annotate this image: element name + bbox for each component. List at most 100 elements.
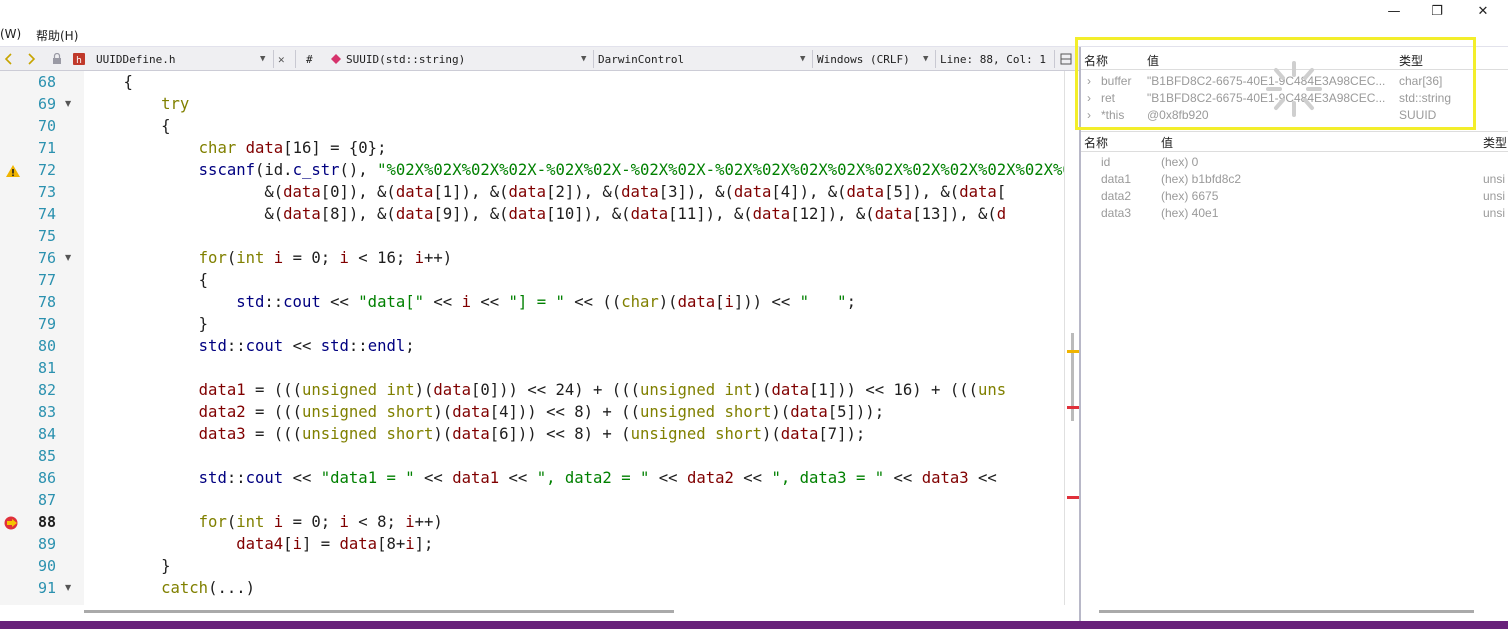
project-dropdown-arrow[interactable]: ▼ [800, 47, 805, 71]
code-line-90: } [86, 557, 171, 575]
locals-top-header-name[interactable]: 名称 [1084, 51, 1108, 69]
locals-bottom-header-name[interactable]: 名称 [1084, 133, 1108, 151]
expand-icon[interactable]: › [1087, 108, 1091, 122]
debugger-locals-panel: 名称 值 类型 › buffer "B1BFD8C2-6675-40E1-9C484… [1081, 47, 1508, 621]
locals-scroll-thumb[interactable] [1099, 610, 1474, 613]
variable-type: SUUID [1399, 108, 1437, 122]
code-line-76: for(int i = 0; i < 16; i++) [198, 249, 453, 267]
fold-toggle-icon[interactable]: ▼ [65, 93, 71, 115]
file-dropdown-arrow[interactable]: ▼ [260, 47, 265, 71]
line-number: 68 [37, 73, 56, 91]
variable-type: std::string [1399, 91, 1452, 105]
line-ending-dropdown-arrow[interactable]: ▼ [923, 47, 928, 71]
locals-row[interactable]: data2 (hex) 6675 unsi [1081, 189, 1508, 206]
variable-type: unsi [1483, 172, 1506, 186]
locals-top-header-value[interactable]: 值 [1147, 51, 1159, 69]
locals-row[interactable]: data3 (hex) 40e1 unsi [1081, 206, 1508, 223]
variable-value: (hex) 6675 [1161, 189, 1219, 203]
menu-window[interactable]: (W) [0, 27, 21, 41]
expand-icon[interactable]: › [1087, 91, 1091, 105]
line-number: 77 [37, 271, 56, 289]
close-window-button[interactable]: ✕ [1463, 0, 1503, 22]
line-number-gutter[interactable]: 68 69 ▼ 70 71 72 73 74 75 76 ▼ 77 78 79 80 81 82 83 84 85 86… [0, 71, 84, 605]
line-number: 90 [37, 557, 56, 575]
locals-bottom-header-value[interactable]: 值 [1161, 133, 1173, 151]
line-number: 78 [37, 293, 56, 311]
code-line-84: data3 = (((unsigned short)(data[6])) << … [198, 425, 866, 443]
fold-toggle-icon[interactable]: ▼ [65, 247, 71, 269]
horizontal-scroll-thumb[interactable] [84, 610, 674, 613]
line-number: 88 [37, 513, 56, 531]
svg-text:h: h [76, 56, 82, 66]
file-selector[interactable]: UUIDDefine.h [96, 47, 256, 71]
line-number: 84 [37, 425, 56, 443]
warning-icon[interactable] [5, 163, 21, 177]
editor-horizontal-scrollbar[interactable] [84, 605, 1064, 621]
split-icon[interactable] [1060, 47, 1074, 71]
variable-type: char[36] [1399, 74, 1443, 88]
code-line-88: for(int i = 0; i < 8; i++) [198, 513, 443, 531]
expand-icon[interactable]: › [1087, 74, 1091, 88]
line-number: 76 [37, 249, 56, 267]
line-number: 82 [37, 381, 56, 399]
code-line-74: &(data[8]), &(data[9]), &(data[10]), &(d… [86, 205, 1007, 223]
function-selector[interactable]: SUUID(std::string) [346, 47, 576, 71]
locals-top-header-type[interactable]: 类型 [1399, 51, 1423, 69]
code-line-80: std::cout << std::endl; [198, 337, 415, 355]
line-number: 86 [37, 469, 56, 487]
line-ending-selector[interactable]: Windows (CRLF) [817, 47, 919, 71]
variable-name: id [1101, 155, 1111, 169]
nav-forward-icon[interactable] [26, 47, 40, 71]
code-line-69: try [161, 95, 190, 113]
restore-button[interactable]: ❐ [1417, 0, 1457, 22]
hash-label: # [306, 52, 313, 66]
breakpoint-arrow-icon[interactable] [4, 515, 20, 530]
menu-help[interactable]: 帮助(H) [36, 27, 78, 44]
close-file-button[interactable]: ✕ [278, 47, 290, 71]
locals-row[interactable]: id (hex) 0 [1081, 155, 1508, 172]
fold-toggle-icon[interactable]: ▼ [65, 577, 71, 599]
lock-icon [52, 47, 66, 71]
code-editor[interactable]: 68 69 ▼ 70 71 72 73 74 75 76 ▼ 77 78 79 80 81 82 83 84 85 86… [0, 71, 1072, 605]
variable-value: (hex) 40e1 [1161, 206, 1219, 220]
code-line-82: data1 = (((unsigned int)(data[0])) << 24… [198, 381, 1007, 399]
locals-horizontal-scrollbar[interactable] [1081, 605, 1508, 621]
warning-marker [1067, 350, 1079, 353]
line-number: 89 [37, 535, 56, 553]
variable-name: *this [1101, 108, 1125, 122]
breakpoint-marker [1067, 496, 1079, 499]
code-line-71: char data[16] = {0}; [198, 139, 387, 157]
variable-name: ret [1101, 91, 1116, 105]
line-number: 74 [37, 205, 56, 223]
status-bar [0, 621, 1508, 629]
variable-value: (hex) b1bfd8c2 [1161, 172, 1242, 186]
code-line-68: { [86, 73, 133, 91]
line-number: 81 [37, 359, 56, 377]
line-number: 85 [37, 447, 56, 465]
code-line-83: data2 = (((unsigned short)(data[4])) << … [198, 403, 885, 421]
code-line-77: { [86, 271, 209, 289]
variable-type: unsi [1483, 206, 1506, 220]
function-dropdown-arrow[interactable]: ▼ [581, 47, 586, 71]
nav-back-icon[interactable] [4, 47, 18, 71]
variable-type: unsi [1483, 189, 1506, 203]
code-line-70: { [86, 117, 171, 135]
line-number: 73 [37, 183, 56, 201]
locals-row[interactable]: data1 (hex) b1bfd8c2 unsi [1081, 172, 1508, 189]
minimize-button[interactable]: — [1374, 0, 1414, 22]
project-selector[interactable]: DarwinControl [598, 47, 796, 71]
line-number: 72 [37, 161, 56, 179]
header-file-icon: h [72, 47, 90, 71]
variable-name: data3 [1101, 206, 1132, 220]
variable-name: buffer [1101, 74, 1132, 88]
code-line-89: data4[i] = data[8+i]; [236, 535, 434, 553]
locals-bottom-header-type[interactable]: 类型 [1483, 133, 1507, 151]
code-line-86: std::cout << "data1 = " << data1 << ", d… [198, 469, 997, 487]
variable-name: data2 [1101, 189, 1132, 203]
code-line-79: } [86, 315, 209, 333]
error-marker [1067, 406, 1079, 409]
line-number: 80 [37, 337, 56, 355]
loading-spinner-icon [1262, 57, 1326, 121]
line-number: 87 [37, 491, 56, 509]
editor-vertical-scrollbar[interactable] [1064, 71, 1080, 605]
